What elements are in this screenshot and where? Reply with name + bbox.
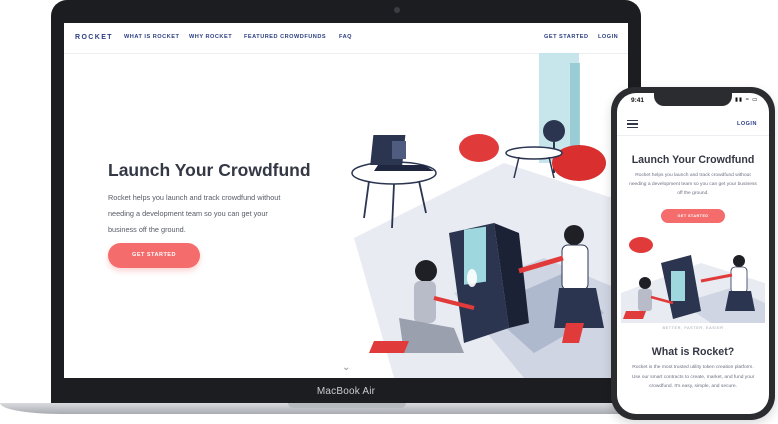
hero-title: Launch Your Crowdfund bbox=[108, 160, 311, 180]
logo[interactable]: ROCKET bbox=[75, 34, 113, 41]
nav-link-why-rocket[interactable]: WHY ROCKET bbox=[189, 34, 232, 40]
nav-login[interactable]: LOGIN bbox=[598, 34, 618, 40]
laptop-model-label: MacBook Air bbox=[316, 386, 376, 397]
woman-figure bbox=[415, 260, 437, 282]
hero-illustration bbox=[351, 53, 628, 378]
phone-notch bbox=[654, 93, 732, 106]
nav-get-started[interactable]: GET STARTED bbox=[544, 34, 589, 40]
mobile-section-title: What is Rocket? bbox=[651, 346, 735, 358]
mobile-hero-description: Rocket helps you launch and track crowdf… bbox=[629, 173, 757, 196]
status-time: 9:41 bbox=[631, 97, 645, 104]
chevron-down-icon[interactable]: ⌄ bbox=[342, 362, 350, 373]
nav-link-what-is-rocket[interactable]: WHAT IS ROCKET bbox=[124, 34, 179, 40]
camera-icon bbox=[394, 7, 400, 13]
beanbag-red-1 bbox=[459, 134, 499, 162]
side-table bbox=[505, 146, 563, 160]
mobile-section-description: Rocket is the most trusted utility token… bbox=[631, 365, 755, 389]
mobile-section-kicker: BETTER, FASTER, EASIER bbox=[662, 326, 724, 330]
mobile-nav-divider bbox=[617, 135, 769, 136]
hero-description: Rocket helps you launch and track crowdf… bbox=[108, 193, 281, 234]
phone-screen: 9:41 ▮▮ ≈ ▭ LOGIN Launch Your Crowdfund … bbox=[617, 93, 769, 414]
navbar: ROCKET WHAT IS ROCKET WHY ROCKET FEATURE… bbox=[64, 23, 628, 54]
fan-icon bbox=[543, 120, 565, 142]
status-bar-icons: ▮▮ ≈ ▭ bbox=[735, 97, 759, 103]
laptop-screen: ROCKET WHAT IS ROCKET WHY ROCKET FEATURE… bbox=[64, 23, 628, 378]
mobile-hero-title: Launch Your Crowdfund bbox=[631, 154, 755, 166]
mobile-hero-illustration bbox=[621, 237, 765, 323]
mobile-login-link[interactable]: LOGIN bbox=[737, 121, 757, 127]
nav-link-featured-crowdfunds[interactable]: FEATURED CROWDFUNDS bbox=[244, 34, 326, 40]
get-started-button[interactable]: GET STARTED bbox=[108, 243, 200, 268]
man-figure bbox=[564, 225, 584, 245]
nav-link-faq[interactable]: FAQ bbox=[339, 34, 352, 40]
laptop-opening-notch bbox=[288, 403, 406, 408]
mobile-get-started-button[interactable]: GET STARTED bbox=[661, 209, 725, 223]
hamburger-menu-icon[interactable] bbox=[627, 120, 638, 129]
